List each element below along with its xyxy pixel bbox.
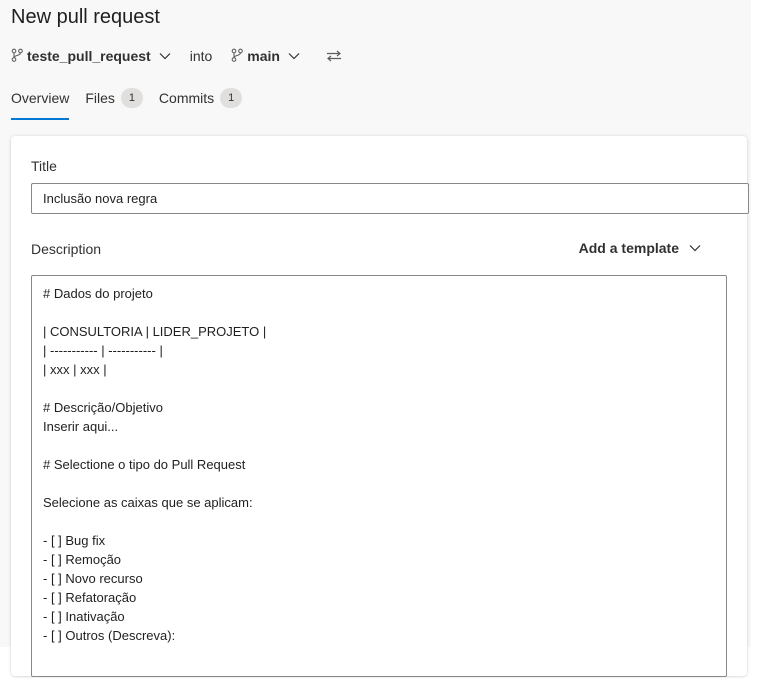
add-template-dropdown[interactable]: Add a template: [579, 240, 701, 256]
description-textarea[interactable]: # Dados do projeto | CONSULTORIA | LIDER_…: [31, 275, 727, 677]
description-line: # Descrição/Objetivo: [43, 400, 163, 415]
page-title: New pull request: [11, 6, 160, 28]
description-content: # Dados do projeto | CONSULTORIA | LIDER_…: [32, 276, 726, 653]
branch-selector-row: teste_pull_request into main: [11, 44, 342, 68]
description-line: | CONSULTORIA | LIDER_PROJETO |: [43, 324, 267, 339]
description-line: - [ ] Remoção: [43, 552, 122, 567]
description-line: # Dados do projeto: [43, 286, 153, 301]
tab-label: Overview: [11, 90, 70, 106]
into-label: into: [189, 48, 213, 64]
description-line: - [ ] Inativação: [43, 609, 125, 624]
title-input[interactable]: [31, 183, 749, 214]
target-branch-name: main: [247, 48, 280, 64]
branch-icon: [231, 48, 244, 65]
count-badge: 1: [220, 88, 243, 108]
description-line: [43, 436, 715, 455]
tab-commits[interactable]: Commits 1: [158, 86, 243, 110]
description-line: # Selectione o tipo do Pull Request: [43, 457, 246, 472]
source-branch-dropdown[interactable]: teste_pull_request: [11, 48, 171, 65]
description-line: - [ ] Refatoração: [43, 590, 137, 605]
chevron-down-icon: [689, 244, 701, 252]
tab-files[interactable]: Files 1: [85, 86, 143, 110]
description-line: Inserir aqui...: [43, 419, 119, 434]
pull-request-form-card: Title Description Add a template # Dados…: [11, 136, 749, 677]
swap-arrows-icon[interactable]: [326, 50, 342, 62]
description-line: - [ ] Outros (Descreva):: [43, 628, 176, 643]
source-branch-name: teste_pull_request: [27, 48, 151, 64]
branch-icon: [11, 48, 23, 65]
title-label: Title: [31, 158, 57, 174]
tab-label: Files: [85, 90, 115, 106]
description-label: Description: [31, 241, 102, 257]
description-line: [43, 303, 715, 322]
target-branch-dropdown[interactable]: main: [231, 48, 300, 65]
tab-label: Commits: [158, 90, 215, 106]
chevron-down-icon: [159, 52, 171, 60]
description-line: [43, 474, 715, 493]
count-badge: 1: [120, 88, 143, 108]
add-template-label: Add a template: [578, 240, 679, 256]
description-line: - [ ] Bug fix: [43, 533, 106, 548]
description-line: Selecione as caixas que se aplicam:: [43, 495, 253, 510]
description-line: - [ ] Novo recurso: [43, 571, 143, 586]
description-line: [43, 379, 715, 398]
tab-overview[interactable]: Overview: [11, 86, 70, 120]
description-line: | ----------- | ----------- |: [43, 343, 163, 358]
chevron-down-icon: [288, 52, 300, 60]
tab-bar: Overview Files 1 Commits 1: [11, 86, 258, 120]
description-line: | xxx | xxx |: [43, 362, 107, 377]
description-line: [43, 512, 715, 531]
